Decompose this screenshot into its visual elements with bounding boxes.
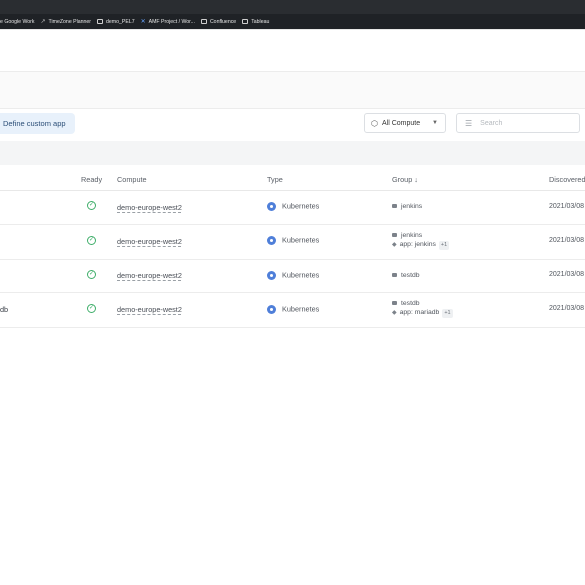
- app-name[interactable]: db: [0, 305, 8, 314]
- compute-link[interactable]: demo-europe-west2: [117, 237, 182, 246]
- compute-link[interactable]: demo-europe-west2: [117, 203, 182, 212]
- group-cell: testdb: [392, 271, 420, 280]
- group-label: testdb: [401, 300, 420, 307]
- tag-label: app: jenkins: [399, 241, 436, 248]
- more-tags-badge[interactable]: +1: [442, 309, 453, 318]
- column-header-type[interactable]: Type: [267, 175, 283, 184]
- type-label: Kubernetes: [282, 235, 320, 245]
- bookmark-label: Confluence: [209, 18, 237, 25]
- group-cell: jenkins ◆ app: jenkins +1: [392, 231, 450, 250]
- type-cell: Kubernetes: [267, 304, 319, 314]
- chevron-down-icon: ▼: [432, 120, 438, 126]
- compute-filter-value: All Compute: [381, 119, 421, 127]
- compute-link[interactable]: demo-europe-west2: [117, 271, 182, 280]
- type-cell: Kubernetes: [267, 201, 319, 211]
- bookmarks-bar: e Google Work ↗ TimeZone Planner demo_PE…: [0, 14, 585, 29]
- bookmark-demo-pel7[interactable]: demo_PEL7: [97, 19, 135, 25]
- compute-filter-select[interactable]: ⬡ All Compute ▼: [364, 113, 446, 133]
- table-row[interactable]: ✓ demo-europe-west2 Kubernetes jenkins 2…: [0, 191, 585, 225]
- table-header: Ready Compute Type Group ↓ Discovered: [0, 171, 585, 191]
- bookmark-label: AMF Project / Wor...: [148, 18, 195, 25]
- bookmark-tableau[interactable]: Tableau: [242, 19, 269, 25]
- group-label: jenkins: [401, 203, 423, 210]
- ready-check-icon: ✓: [87, 236, 96, 245]
- define-custom-app-button[interactable]: Define custom app: [0, 113, 75, 134]
- folder-icon: [200, 19, 207, 24]
- column-header-group[interactable]: Group ↓: [392, 175, 418, 184]
- discovered-date: 2021/03/08: [549, 237, 585, 244]
- group-cell: testdb ◆ app: mariadb +1: [392, 299, 453, 318]
- kubernetes-icon: [267, 304, 276, 314]
- bookmark-label: demo_PEL7: [106, 18, 135, 25]
- group-label: jenkins: [401, 232, 423, 239]
- ready-check-icon: ✓: [87, 270, 96, 279]
- kubernetes-icon: [267, 270, 276, 280]
- group-cell: jenkins: [392, 202, 422, 211]
- compute-link[interactable]: demo-europe-west2: [117, 305, 182, 314]
- column-header-ready[interactable]: Ready: [81, 175, 102, 184]
- table-row[interactable]: ✓ demo-europe-west2 Kubernetes jenkins ◆…: [0, 225, 585, 260]
- bookmark-confluence[interactable]: Confluence: [200, 18, 237, 25]
- search-input[interactable]: ☰ Search: [456, 113, 580, 133]
- kubernetes-icon: [267, 201, 276, 211]
- group-icon: [392, 273, 397, 278]
- column-header-discovered[interactable]: Discovered: [549, 175, 585, 184]
- cube-icon: ⬡: [371, 118, 378, 128]
- group-icon: [392, 233, 397, 238]
- table-subheader-band: [0, 141, 585, 165]
- bookmark-amf-project[interactable]: ✕ AMF Project / Wor...: [140, 18, 195, 26]
- filter-icon: ☰: [465, 118, 473, 128]
- group-icon: [392, 204, 397, 209]
- table-row[interactable]: db ✓ demo-europe-west2 Kubernetes testdb…: [0, 293, 585, 328]
- discovered-date: 2021/03/08: [549, 271, 585, 278]
- column-header-compute[interactable]: Compute: [117, 175, 147, 184]
- type-cell: Kubernetes: [267, 235, 319, 245]
- group-icon: [392, 301, 397, 306]
- bookmark-google-work[interactable]: e Google Work: [0, 19, 35, 25]
- page-header-band: [0, 71, 585, 109]
- bookmark-label: TimeZone Planner: [48, 18, 92, 25]
- type-label: Kubernetes: [282, 201, 320, 211]
- bookmark-label: e Google Work: [0, 18, 35, 25]
- folder-icon: [242, 19, 249, 24]
- tag-icon: ◆: [392, 242, 397, 248]
- browser-title-bar: [0, 0, 585, 14]
- type-label: Kubernetes: [282, 270, 320, 280]
- toolbar: Define custom app ⬡ All Compute ▼ ☰ Sear…: [0, 113, 585, 135]
- type-cell: Kubernetes: [267, 270, 319, 280]
- group-label: testdb: [401, 272, 420, 279]
- discovered-date: 2021/03/08: [549, 203, 585, 210]
- ready-check-icon: ✓: [87, 201, 96, 210]
- tag-icon: ◆: [392, 310, 397, 316]
- ready-check-icon: ✓: [87, 304, 96, 313]
- header-divider: [0, 29, 585, 30]
- type-label: Kubernetes: [282, 304, 320, 314]
- define-custom-app-label: Define custom app: [3, 119, 66, 128]
- arrow-icon: ↗: [40, 19, 46, 25]
- bookmark-label: Tableau: [251, 18, 270, 25]
- discovered-date: 2021/03/08: [549, 305, 585, 312]
- tag-label: app: mariadb: [399, 309, 440, 316]
- more-tags-badge[interactable]: +1: [438, 241, 450, 250]
- folder-icon: [97, 19, 104, 24]
- bookmark-timezone-planner[interactable]: ↗ TimeZone Planner: [40, 18, 92, 26]
- table-row[interactable]: ✓ demo-europe-west2 Kubernetes testdb 20…: [0, 260, 585, 293]
- x-icon: ✕: [140, 19, 146, 25]
- search-placeholder: Search: [480, 119, 503, 127]
- kubernetes-icon: [267, 235, 276, 245]
